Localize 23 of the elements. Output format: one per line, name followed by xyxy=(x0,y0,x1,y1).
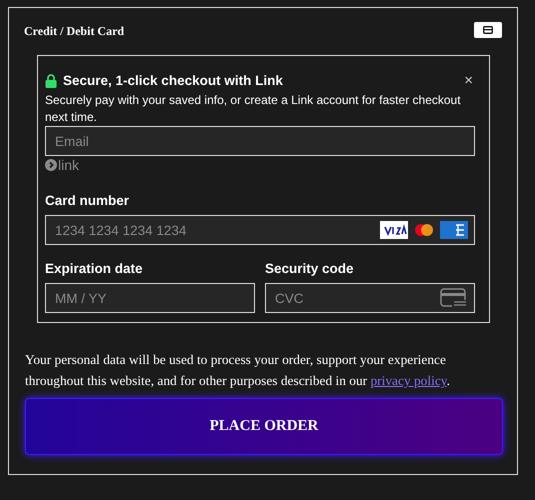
chevron-circle-icon xyxy=(45,159,57,171)
place-order-button[interactable]: PLACE ORDER xyxy=(25,398,503,455)
privacy-policy-link[interactable]: privacy policy xyxy=(370,373,447,388)
link-banner-title: Secure, 1-click checkout with Link xyxy=(63,73,284,88)
close-button[interactable]: × xyxy=(462,72,475,89)
lock-icon xyxy=(45,74,57,88)
privacy-notice: Your personal data will be used to process your order, support your experience throughout this website, and for other purposes described in our privacy policy. xyxy=(25,351,451,390)
card-toggle-button[interactable] xyxy=(474,22,502,38)
card-number-field[interactable]: 1234 1234 1234 1234 xyxy=(45,215,475,245)
link-banner-description: Securely pay with your saved info, or create a Link account for faster checkout next time. xyxy=(45,92,462,126)
link-logo: link xyxy=(58,157,80,173)
cvc-card-icon xyxy=(440,288,468,308)
field-label: Expiration date xyxy=(45,261,144,276)
field-label: Security code xyxy=(265,261,355,276)
card-icon xyxy=(483,26,493,34)
card-number-input[interactable]: 1234 1234 1234 1234 xyxy=(55,216,374,244)
card-brand-icon xyxy=(414,223,434,237)
payment-method-title: Credit / Debit Card xyxy=(24,24,124,39)
security-code-field[interactable]: CVC xyxy=(265,283,475,313)
field-label: Card number xyxy=(45,193,130,208)
card-brand-icon xyxy=(380,221,408,239)
card-brand-icon xyxy=(440,221,468,239)
security-code-input[interactable]: CVC xyxy=(275,284,434,312)
